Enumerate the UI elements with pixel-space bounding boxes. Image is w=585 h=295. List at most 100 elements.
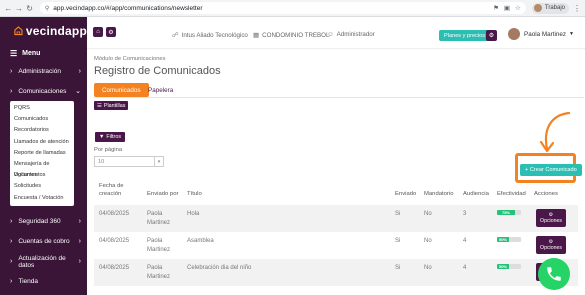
col-header-titulo[interactable]: Título	[187, 190, 202, 198]
per-page-value: 10	[98, 158, 105, 165]
col-header-acciones: Acciones	[534, 191, 558, 197]
topbar-condominio: ▦ CONDOMINIO TREBOL	[253, 31, 330, 40]
submenu-item-recordatorios[interactable]: Recordatorios	[10, 125, 74, 136]
submenu-item-comunicados[interactable]: Comunicados	[10, 114, 74, 125]
submenu-item-mensajeria[interactable]: Mensajería de vigilantes	[10, 159, 74, 178]
sidebar-item-cuentas[interactable]: › Cuentas de cobro ›	[0, 232, 87, 252]
cell-fecha: 04/08/2025	[99, 238, 130, 244]
config-button[interactable]: ⚙	[486, 30, 497, 41]
tabs-divider	[94, 97, 584, 98]
cell-enviado: Si	[395, 211, 401, 217]
chevron-right-icon: ›	[78, 218, 81, 226]
col-header-audiencia[interactable]: Audiencia	[463, 190, 489, 198]
chevron-right-icon: ›	[10, 258, 13, 266]
chevron-down-icon: ▾	[154, 157, 163, 166]
comunicaciones-submenu: PQRS Comunicados Recordatorios Llamados …	[10, 101, 74, 206]
planes-precios-button[interactable]: Planes y precios	[439, 30, 491, 41]
opciones-label: Opciones	[540, 245, 562, 251]
profile-avatar	[533, 4, 542, 12]
cell-titulo[interactable]: Hola	[187, 210, 199, 218]
sidebar-item-actualizacion[interactable]: › Actualización de datos ›	[0, 252, 87, 272]
sidebar-item-comunicaciones[interactable]: › Comunicaciones ⌄	[0, 81, 87, 101]
bookmark-star-icon[interactable]: ☆	[515, 4, 521, 12]
cast-icon[interactable]: ▣	[504, 4, 510, 12]
cell-mandatorio: No	[424, 238, 432, 244]
submenu-item-documentos[interactable]: Documentos	[10, 170, 74, 181]
forward-icon[interactable]: →	[15, 3, 24, 14]
opciones-button[interactable]: ⚙ Opciones	[536, 209, 566, 227]
cell-fecha: 04/08/2025	[99, 265, 130, 271]
plantillas-button[interactable]: ☰ Plantillas	[94, 101, 129, 110]
submenu-item-encuesta[interactable]: Encuesta / Votación	[10, 193, 74, 204]
hamburger-icon: ☰	[10, 48, 18, 58]
menu-toggle[interactable]: ☰ Menu	[0, 45, 87, 61]
sidebar-item-label: Administración	[18, 67, 61, 75]
chevron-right-icon: ›	[10, 238, 13, 246]
cell-audiencia: 3	[463, 211, 467, 217]
user-menu[interactable]: Paola Martinez ▼	[508, 28, 574, 40]
cell-sender-first: Paola	[147, 238, 163, 244]
profile-chip[interactable]: Trabajo	[531, 2, 569, 14]
col-header-fecha[interactable]: Fecha de creación	[99, 182, 131, 198]
filtros-label: Filtros	[106, 134, 122, 140]
chevron-down-icon: ⌄	[75, 88, 81, 95]
password-key-icon[interactable]: ⚑	[493, 4, 499, 12]
main-content: Módulo de Comunicaciones Registro de Com…	[87, 49, 585, 295]
sidebar-item-label: Actualización de datos	[18, 254, 66, 269]
brand-logo[interactable]: vecindapp	[0, 17, 87, 45]
building-icon: ▦	[253, 32, 260, 39]
sidebar-item-tienda[interactable]: › Tienda	[0, 272, 87, 292]
reload-icon[interactable]: ↻	[25, 3, 34, 14]
cell-sender-first: Paola	[147, 211, 163, 217]
url-text: app.vecindapp.co/#/app/communications/ne…	[53, 4, 203, 12]
tab-papelera[interactable]: Papelera	[140, 83, 181, 97]
chevron-right-icon: ›	[10, 87, 13, 95]
cell-sender-last: Martinez	[147, 247, 171, 253]
cell-titulo[interactable]: Asamblea	[187, 237, 214, 245]
submenu-item-solicitudes[interactable]: Solicitudes	[10, 181, 74, 192]
cell-fecha: 04/08/2025	[99, 211, 130, 217]
settings-button[interactable]: ⚙	[106, 27, 116, 37]
submenu-item-reporte-llamadas[interactable]: Reporte de llamadas	[10, 148, 74, 159]
col-header-enviado[interactable]: Enviado	[395, 190, 416, 198]
efectividad-bar: 50%	[497, 264, 521, 269]
cell-sender-last: Martinez	[147, 274, 171, 280]
cell-sender-first: Paola	[147, 265, 163, 271]
cell-sender-last: Martinez	[147, 220, 171, 226]
back-icon[interactable]: ←	[4, 3, 13, 14]
table-row: 04/08/2025 Paola Martinez Hola Si No 3 7…	[94, 205, 578, 232]
efectividad-fill: 75%	[497, 210, 515, 215]
crear-comunicado-button[interactable]: + Crear Comunicado	[520, 164, 582, 176]
sidebar-item-label: Cuentas de cobro	[18, 238, 70, 246]
chevron-right-icon: ›	[78, 238, 81, 246]
per-page-select[interactable]: 10 ▾	[94, 156, 164, 167]
handshake-icon: ☍	[172, 32, 179, 39]
address-bar[interactable]: ⚲ app.vecindapp.co/#/app/communications/…	[39, 2, 526, 14]
filtros-button[interactable]: ▼ Filtros	[95, 132, 126, 142]
whatsapp-chat-button[interactable]	[538, 258, 570, 290]
breadcrumb: Módulo de Comunicaciones	[94, 56, 166, 62]
site-info-icon[interactable]: ⚲	[45, 5, 49, 12]
col-header-mandatorio[interactable]: Mandatorio	[424, 190, 453, 198]
brand-mark-icon	[14, 26, 23, 36]
user-name: Paola Martinez	[524, 30, 566, 38]
gear-icon: ⚙	[488, 33, 495, 39]
cell-mandatorio: No	[424, 265, 432, 271]
condominio-label: CONDOMINIO TREBOL	[262, 31, 330, 39]
cell-mandatorio: No	[424, 211, 432, 217]
opciones-button[interactable]: ⚙ Opciones	[536, 236, 566, 254]
sidebar-item-administracion[interactable]: › Administración ›	[0, 61, 87, 81]
submenu-item-llamados[interactable]: Llamados de atención	[10, 137, 74, 148]
col-header-enviado-por[interactable]: Enviado por	[147, 190, 178, 198]
plantillas-label: Plantillas	[103, 102, 126, 109]
submenu-item-pqrs[interactable]: PQRS	[10, 103, 74, 114]
col-header-efectividad[interactable]: Efectividad	[497, 190, 526, 198]
browser-menu-icon[interactable]: ⋮	[573, 4, 581, 13]
browser-toolbar: ← → ↻ ⚲ app.vecindapp.co/#/app/communica…	[0, 0, 585, 17]
sidebar-item-seguridad[interactable]: › Seguridad 360 ›	[0, 212, 87, 232]
sidebar-item-label: Seguridad 360	[18, 218, 61, 226]
chevron-right-icon: ›	[78, 258, 81, 266]
cell-enviado: Si	[395, 265, 401, 271]
home-button[interactable]: ⌂	[93, 27, 103, 37]
cell-titulo[interactable]: Celebración dia del niño	[187, 264, 251, 272]
